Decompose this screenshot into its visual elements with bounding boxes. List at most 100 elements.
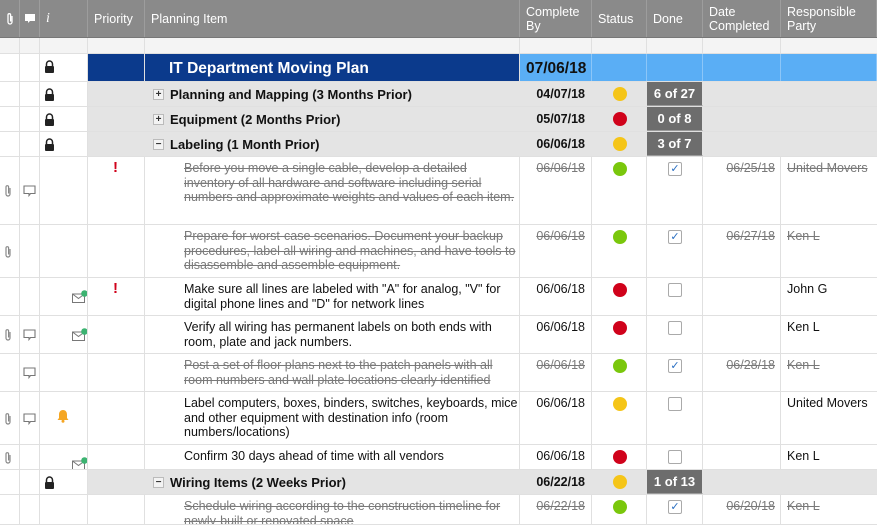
group-row[interactable]: − Labeling (1 Month Prior) 06/06/18 3 of… (0, 132, 877, 157)
column-header-info[interactable]: i (40, 0, 88, 37)
priority-cell[interactable] (88, 445, 145, 469)
done-checkbox[interactable]: ✓ (668, 162, 682, 176)
task-row[interactable]: Confirm 30 days ahead of time with all v… (0, 445, 877, 470)
attachment-cell[interactable] (0, 278, 20, 315)
task-row[interactable]: Schedule wiring according to the constru… (0, 495, 877, 525)
task-text[interactable]: Make sure all lines are labeled with "A"… (145, 278, 520, 315)
task-status-cell[interactable] (592, 445, 647, 469)
done-checkbox[interactable]: ✓ (668, 230, 682, 244)
task-date-completed[interactable]: 06/28/18 (703, 354, 781, 391)
task-text[interactable]: Label computers, boxes, binders, switche… (145, 392, 520, 444)
comment-cell[interactable] (20, 354, 40, 391)
priority-cell[interactable] (88, 316, 145, 353)
task-text[interactable]: Verify all wiring has permanent labels o… (145, 316, 520, 353)
group-complete-by[interactable]: 06/06/18 (520, 132, 592, 156)
task-text[interactable]: Before you move a single cable, develop … (145, 157, 520, 224)
paperclip-icon[interactable] (4, 412, 12, 426)
priority-cell[interactable] (88, 495, 145, 524)
done-checkbox[interactable] (668, 450, 682, 464)
project-title[interactable]: IT Department Moving Plan (145, 54, 520, 81)
task-status-cell[interactable] (592, 495, 647, 524)
attachment-cell[interactable] (0, 445, 20, 469)
column-header-planning-item[interactable]: Planning Item (145, 0, 520, 37)
group-row[interactable]: + Planning and Mapping (3 Months Prior) … (0, 82, 877, 107)
group-complete-by[interactable]: 04/07/18 (520, 82, 592, 106)
task-responsible-party[interactable]: John G (781, 278, 877, 315)
done-checkbox[interactable]: ✓ (668, 359, 682, 373)
task-complete-by[interactable]: 06/06/18 (520, 392, 592, 444)
group-row[interactable]: − Wiring Items (2 Weeks Prior) 06/22/18 … (0, 470, 877, 495)
attachment-cell[interactable] (0, 392, 20, 444)
task-row[interactable]: ! Before you move a single cable, develo… (0, 157, 877, 225)
collapse-icon[interactable]: − (153, 477, 164, 488)
priority-cell[interactable]: ! (88, 157, 145, 224)
comment-cell[interactable] (20, 225, 40, 277)
task-date-completed[interactable]: 06/27/18 (703, 225, 781, 277)
group-complete-by[interactable]: 05/07/18 (520, 107, 592, 131)
task-responsible-party[interactable]: Ken L (781, 316, 877, 353)
expand-icon[interactable]: + (153, 89, 164, 100)
attachment-cell[interactable] (0, 225, 20, 277)
column-header-complete-by[interactable]: Complete By (520, 0, 592, 37)
task-responsible-party[interactable]: United Movers (781, 392, 877, 444)
group-label[interactable]: Equipment (2 Months Prior) (170, 112, 340, 127)
task-date-completed[interactable] (703, 278, 781, 315)
task-complete-by[interactable]: 06/06/18 (520, 278, 592, 315)
task-complete-by[interactable]: 06/06/18 (520, 316, 592, 353)
group-status-cell[interactable] (592, 82, 647, 106)
reminder-mail-icon[interactable] (72, 290, 88, 303)
task-complete-by[interactable]: 06/06/18 (520, 354, 592, 391)
group-status-cell[interactable] (592, 107, 647, 131)
comment-cell[interactable] (20, 445, 40, 469)
done-checkbox[interactable] (668, 283, 682, 297)
priority-cell[interactable] (88, 392, 145, 444)
attachment-cell[interactable] (0, 495, 20, 524)
project-title-row[interactable]: IT Department Moving Plan 07/06/18 (0, 54, 877, 82)
task-row[interactable]: Post a set of floor plans next to the pa… (0, 354, 877, 392)
comment-cell[interactable] (20, 495, 40, 524)
comment-icon[interactable] (23, 185, 36, 197)
paperclip-icon[interactable] (4, 184, 12, 198)
task-status-cell[interactable] (592, 225, 647, 277)
task-text[interactable]: Schedule wiring according to the constru… (145, 495, 520, 524)
task-responsible-party[interactable]: Ken L (781, 225, 877, 277)
task-text[interactable]: Confirm 30 days ahead of time with all v… (145, 445, 520, 469)
project-complete-by[interactable]: 07/06/18 (520, 54, 592, 81)
paperclip-icon[interactable] (4, 451, 12, 465)
task-text[interactable]: Post a set of floor plans next to the pa… (145, 354, 520, 391)
column-header-attachments[interactable] (0, 0, 20, 37)
task-responsible-party[interactable]: Ken L (781, 495, 877, 524)
group-complete-by[interactable]: 06/22/18 (520, 470, 592, 494)
task-date-completed[interactable] (703, 316, 781, 353)
comment-cell[interactable] (20, 392, 40, 444)
attachment-cell[interactable] (0, 354, 20, 391)
done-checkbox[interactable] (668, 321, 682, 335)
task-status-cell[interactable] (592, 354, 647, 391)
column-header-status[interactable]: Status (592, 0, 647, 37)
priority-cell[interactable]: ! (88, 278, 145, 315)
group-status-cell[interactable] (592, 132, 647, 156)
paperclip-icon[interactable] (4, 245, 12, 259)
reminder-mail-icon[interactable] (72, 328, 88, 341)
group-label[interactable]: Wiring Items (2 Weeks Prior) (170, 475, 346, 490)
task-complete-by[interactable]: 06/06/18 (520, 225, 592, 277)
comment-cell[interactable] (20, 278, 40, 315)
task-responsible-party[interactable]: Ken L (781, 354, 877, 391)
task-row[interactable]: Label computers, boxes, binders, switche… (0, 392, 877, 445)
column-header-done[interactable]: Done (647, 0, 703, 37)
paperclip-icon[interactable] (4, 328, 12, 342)
column-header-date-completed[interactable]: Date Completed (703, 0, 781, 37)
reminder-mail-icon[interactable] (72, 457, 88, 469)
attachment-cell[interactable] (0, 316, 20, 353)
task-row[interactable]: Verify all wiring has permanent labels o… (0, 316, 877, 354)
comment-cell[interactable] (20, 157, 40, 224)
task-status-cell[interactable] (592, 157, 647, 224)
task-row[interactable]: Prepare for worst-case scenarios. Docume… (0, 225, 877, 278)
column-header-comments[interactable] (20, 0, 40, 37)
task-text[interactable]: Prepare for worst-case scenarios. Docume… (145, 225, 520, 277)
group-label[interactable]: Planning and Mapping (3 Months Prior) (170, 87, 412, 102)
task-complete-by[interactable]: 06/06/18 (520, 157, 592, 224)
task-complete-by[interactable]: 06/22/18 (520, 495, 592, 524)
comment-icon[interactable] (23, 367, 36, 379)
task-responsible-party[interactable]: United Movers (781, 157, 877, 224)
